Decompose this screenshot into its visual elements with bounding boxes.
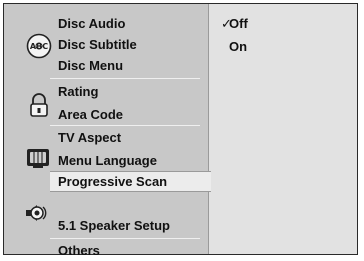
menu-divider: [50, 238, 200, 239]
menu-item-tv-aspect[interactable]: TV Aspect: [58, 127, 121, 148]
disc-abc-icon: ABC: [26, 33, 52, 59]
option-off[interactable]: ✓Off: [221, 14, 248, 34]
check-mark-icon: ✓: [221, 16, 232, 31]
svg-text:ABC: ABC: [30, 42, 48, 51]
speaker-icon: [23, 200, 49, 226]
option-label: Off: [229, 16, 248, 31]
menu-divider: [50, 125, 200, 126]
menu-category-panel: Disc Audio Disc Subtitle Disc Menu ABC R…: [4, 4, 211, 258]
menu-item-disc-audio[interactable]: Disc Audio: [58, 13, 125, 34]
option-on[interactable]: On: [229, 37, 247, 57]
menu-item-menu-language[interactable]: Menu Language: [58, 150, 157, 171]
menu-item-speaker-setup[interactable]: 5.1 Speaker Setup: [58, 215, 170, 236]
menu-item-progressive-scan[interactable]: Progressive Scan: [50, 171, 211, 192]
option-label: On: [229, 39, 248, 54]
menu-item-disc-subtitle[interactable]: Disc Subtitle: [58, 34, 137, 55]
padlock-icon: [26, 92, 52, 118]
setup-menu-screen: Disc Audio Disc Subtitle Disc Menu ABC R…: [3, 3, 358, 258]
menu-item-disc-menu[interactable]: Disc Menu: [58, 55, 123, 76]
tv-screen-icon: [25, 145, 51, 171]
menu-item-rating[interactable]: Rating: [58, 81, 98, 102]
menu-item-others[interactable]: Others: [58, 240, 100, 261]
menu-item-area-code[interactable]: Area Code: [58, 104, 123, 125]
menu-divider: [50, 78, 200, 79]
